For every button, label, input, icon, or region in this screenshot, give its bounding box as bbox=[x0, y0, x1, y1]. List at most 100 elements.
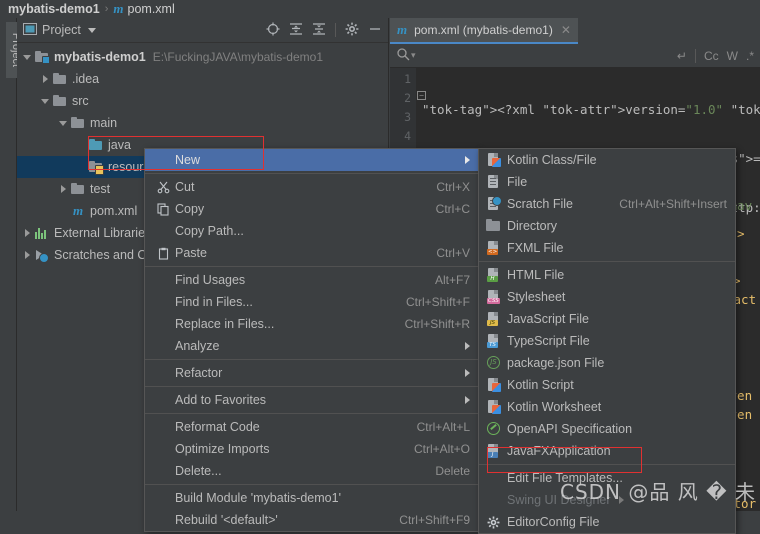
menu-item-refactor[interactable]: Refactor bbox=[145, 362, 478, 384]
submenu-item-kotlin-worksheet[interactable]: Kotlin Worksheet bbox=[479, 396, 735, 418]
locate-icon[interactable] bbox=[266, 22, 280, 39]
menu-item-label: Analyze bbox=[175, 339, 220, 353]
chevron-down-icon[interactable] bbox=[23, 53, 32, 62]
chevron-right-icon[interactable] bbox=[59, 184, 68, 194]
menu-item-label: Optimize Imports bbox=[175, 442, 270, 456]
match-case-toggle[interactable]: Cc bbox=[704, 49, 719, 63]
scratches-icon bbox=[35, 249, 49, 263]
submenu-item-editorconfig-file[interactable]: EditorConfig File bbox=[479, 511, 735, 533]
kotlin-script-icon bbox=[486, 378, 501, 392]
menu-item-reformat-code[interactable]: Reformat Code Ctrl+Alt+L bbox=[145, 416, 478, 438]
menu-item-copy[interactable]: Copy Ctrl+C bbox=[145, 198, 478, 220]
submenu-item-kotlin-script[interactable]: Kotlin Script bbox=[479, 374, 735, 396]
tree-label: main bbox=[90, 116, 118, 130]
project-panel-toolbar bbox=[266, 22, 382, 39]
submenu-item-label: Kotlin Script bbox=[507, 378, 574, 392]
tree-label: src bbox=[72, 94, 89, 108]
menu-item-find-in-files[interactable]: Find in Files... Ctrl+Shift+F bbox=[145, 291, 478, 313]
tree-row-idea[interactable]: .idea bbox=[17, 68, 388, 90]
submenu-item-label: Kotlin Class/File bbox=[507, 153, 597, 167]
menu-item-replace-in-files[interactable]: Replace in Files... Ctrl+Shift+R bbox=[145, 313, 478, 335]
js-file-icon: JS bbox=[486, 312, 501, 326]
chevron-right-icon[interactable] bbox=[41, 74, 50, 84]
chevron-right-icon[interactable] bbox=[23, 228, 32, 238]
submenu-item-scratch-file[interactable]: Scratch File Ctrl+Alt+Shift+Insert bbox=[479, 193, 735, 215]
regex-toggle[interactable]: .* bbox=[746, 49, 754, 63]
menu-item-analyze[interactable]: Analyze bbox=[145, 335, 478, 357]
tree-label: java bbox=[108, 138, 131, 152]
submenu-item-html-file[interactable]: H HTML File bbox=[479, 264, 735, 286]
menu-item-shortcut: Ctrl+Shift+F bbox=[405, 295, 470, 309]
menu-item-label: Find in Files... bbox=[175, 295, 253, 309]
menu-item-shortcut: Ctrl+Alt+O bbox=[413, 442, 470, 456]
gear-icon[interactable] bbox=[345, 22, 359, 39]
resource-folder-icon bbox=[89, 160, 104, 175]
chevron-right-icon bbox=[465, 342, 470, 350]
submenu-item-stylesheet[interactable]: CSS Stylesheet bbox=[479, 286, 735, 308]
menu-item-label: Copy Path... bbox=[175, 224, 244, 238]
menu-separator bbox=[145, 484, 478, 485]
submenu-item-javascript-file[interactable]: JS JavaScript File bbox=[479, 308, 735, 330]
submenu-item-packagejson-file[interactable]: JS package.json File bbox=[479, 352, 735, 374]
tree-label: pom.xml bbox=[90, 204, 138, 218]
submenu-item-kotlin-class-file[interactable]: Kotlin Class/File bbox=[479, 149, 735, 171]
folder-icon bbox=[53, 94, 67, 108]
search-icon[interactable] bbox=[396, 47, 410, 64]
menu-item-label: Paste bbox=[175, 246, 207, 260]
breadcrumb-project[interactable]: mybatis-demo1 bbox=[8, 2, 100, 16]
whole-words-toggle[interactable]: W bbox=[727, 49, 738, 63]
menu-item-find-usages[interactable]: Find Usages Alt+F7 bbox=[145, 269, 478, 291]
multiline-toggle-icon[interactable]: ↵ bbox=[677, 49, 687, 63]
submenu-item-label: OpenAPI Specification bbox=[507, 422, 633, 436]
submenu-item-openapi-specification[interactable]: OpenAPI Specification bbox=[479, 418, 735, 440]
menu-item-cut[interactable]: Cut Ctrl+X bbox=[145, 176, 478, 198]
submenu-item-label: EditorConfig File bbox=[507, 515, 600, 529]
submenu-item-javafx-application[interactable]: J JavaFXApplication bbox=[479, 440, 735, 462]
close-icon[interactable]: ✕ bbox=[561, 23, 571, 37]
submenu-item-directory[interactable]: Directory bbox=[479, 215, 735, 237]
menu-item-shortcut: Delete bbox=[435, 464, 470, 478]
hide-window-icon[interactable] bbox=[368, 22, 382, 39]
chevron-right-icon[interactable] bbox=[23, 250, 32, 260]
submenu-item-label: FXML File bbox=[507, 241, 564, 255]
menu-item-rebuild[interactable]: Rebuild '<default>' Ctrl+Shift+F9 bbox=[145, 509, 478, 531]
find-divider bbox=[694, 48, 696, 63]
chevron-right-icon bbox=[465, 156, 470, 164]
menu-item-build-module[interactable]: Build Module 'mybatis-demo1' bbox=[145, 487, 478, 509]
tree-row-src[interactable]: src bbox=[17, 90, 388, 112]
code-line: "tok-tag"><?xml "tok-attr">version="1.0"… bbox=[422, 102, 760, 117]
chevron-down-icon[interactable] bbox=[41, 97, 50, 106]
editor-tab-pom-xml[interactable]: m pom.xml (mybatis-demo1) ✕ bbox=[390, 18, 578, 44]
menu-separator bbox=[145, 386, 478, 387]
submenu-item-label: Directory bbox=[507, 219, 558, 233]
tree-row-main[interactable]: main bbox=[17, 112, 388, 134]
menu-item-optimize-imports[interactable]: Optimize Imports Ctrl+Alt+O bbox=[145, 438, 478, 460]
project-panel-title-group[interactable]: Project bbox=[23, 22, 96, 38]
menu-item-new[interactable]: New bbox=[145, 149, 478, 171]
menu-item-add-to-favorites[interactable]: Add to Favorites bbox=[145, 389, 478, 411]
submenu-separator bbox=[479, 464, 735, 465]
folder-icon bbox=[71, 182, 85, 196]
search-input[interactable] bbox=[415, 47, 677, 64]
submenu-item-file[interactable]: File bbox=[479, 171, 735, 193]
menu-item-label: Replace in Files... bbox=[175, 317, 275, 331]
submenu-item-label: Stylesheet bbox=[507, 290, 566, 304]
submenu-item-typescript-file[interactable]: TS TypeScript File bbox=[479, 330, 735, 352]
menu-item-delete[interactable]: Delete... Delete bbox=[145, 460, 478, 482]
tree-row-mybatis-demo1[interactable]: mybatis-demo1 E:\FuckingJAVA\mybatis-dem… bbox=[17, 46, 388, 68]
chevron-down-icon[interactable] bbox=[59, 119, 68, 128]
tree-label: .idea bbox=[72, 72, 100, 86]
chevron-down-icon[interactable] bbox=[87, 27, 96, 33]
javafx-file-icon: J bbox=[486, 444, 501, 458]
menu-item-paste[interactable]: Paste Ctrl+V bbox=[145, 242, 478, 264]
kotlin-worksheet-icon bbox=[486, 400, 501, 414]
submenu-item-fxml-file[interactable]: <> FXML File bbox=[479, 237, 735, 259]
line-number: 4 bbox=[404, 129, 411, 143]
file-icon bbox=[486, 175, 501, 189]
maven-m-icon: m bbox=[72, 203, 84, 218]
maven-m-icon: m bbox=[113, 1, 124, 16]
breadcrumb-file[interactable]: pom.xml bbox=[128, 2, 175, 16]
expand-all-icon[interactable] bbox=[289, 22, 303, 39]
menu-item-copy-path[interactable]: Copy Path... bbox=[145, 220, 478, 242]
collapse-all-icon[interactable] bbox=[312, 22, 326, 39]
